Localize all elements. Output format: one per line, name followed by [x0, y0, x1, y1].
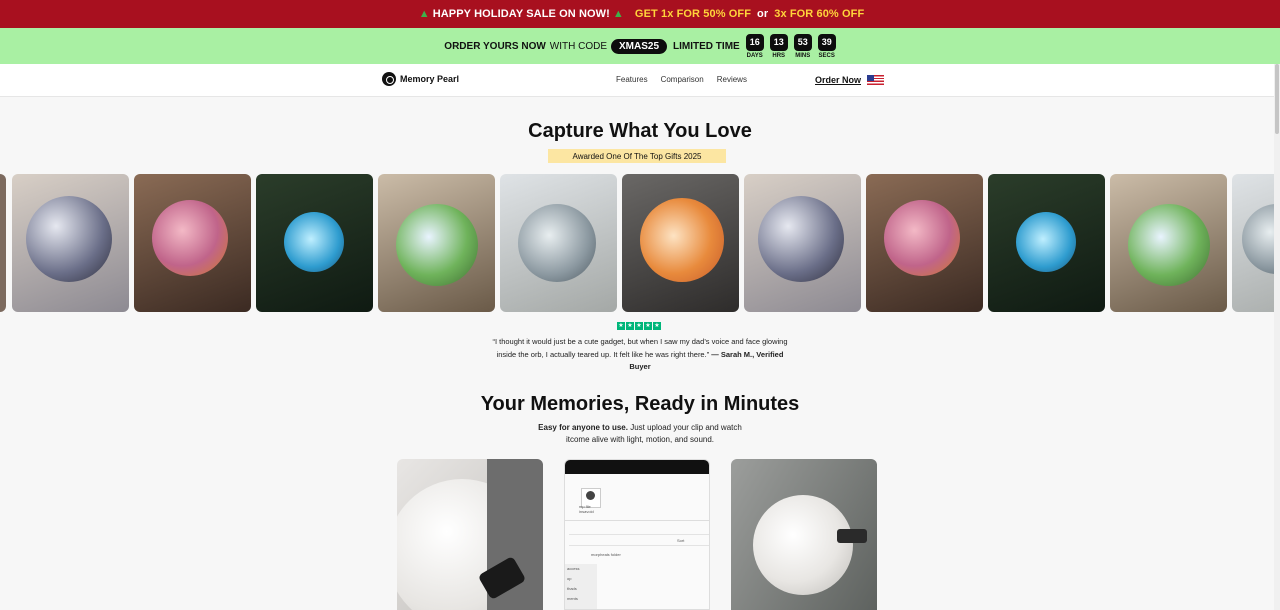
- timer-hours: 13 HRS: [769, 33, 788, 59]
- step-image-plug: [397, 459, 543, 610]
- carousel-image: [256, 174, 373, 312]
- countdown-banner: ORDER YOURS NOW WITH CODE XMAS25 LIMITED…: [0, 28, 1280, 64]
- sale-banner: ▲ HAPPY HOLIDAY SALE ON NOW! ▲ GET 1x FO…: [0, 0, 1280, 28]
- site-header: Memory Pearl Features Comparison Reviews…: [0, 64, 1280, 97]
- carousel-image: [134, 174, 251, 312]
- carousel-image: [1232, 174, 1280, 312]
- carousel-image: [988, 174, 1105, 312]
- carousel-image: [866, 174, 983, 312]
- carousel-image: [0, 174, 6, 312]
- hero-title: Capture What You Love: [528, 120, 752, 142]
- limited-time-text: LIMITED TIME: [673, 40, 740, 52]
- carousel-image: [500, 174, 617, 312]
- offer-one: GET 1x FOR 50% OFF: [634, 8, 752, 20]
- nav-link-features[interactable]: Features: [616, 75, 648, 84]
- nav-link-comparison[interactable]: Comparison: [661, 75, 704, 84]
- timer-minutes: 53 MINS: [793, 33, 812, 59]
- star-icon: ★: [617, 322, 625, 330]
- carousel-image: [744, 174, 861, 312]
- memories-title: Your Memories, Ready in Minutes: [480, 393, 800, 415]
- star-icon: ★: [635, 322, 643, 330]
- memories-sub-line1: Just upload your clip and watch: [630, 423, 742, 432]
- pearl-logo-icon: [382, 72, 396, 86]
- timer-days: 16 DAYS: [745, 33, 764, 59]
- memories-sub-bold: Easy for anyone to use.: [538, 423, 628, 432]
- file-label: mp file insavoid: [579, 504, 594, 514]
- tree-icon: ▲: [612, 8, 624, 20]
- offer-or: or: [757, 8, 769, 20]
- step-image-orb: [731, 459, 877, 610]
- carousel-image: [1110, 174, 1227, 312]
- star-icon: ★: [644, 322, 652, 330]
- memories-subtitle: Easy for anyone to use. Just upload your…: [0, 422, 1280, 446]
- step-image-upload: mp file insavoid Sort morpheals folder a…: [564, 459, 710, 610]
- order-yours-text: ORDER YOURS NOW: [444, 40, 546, 52]
- us-flag-icon[interactable]: [867, 75, 884, 85]
- page-scrollbar[interactable]: [1274, 64, 1280, 610]
- memories-sub-line2: itcome alive with light, motion, and sou…: [565, 435, 715, 444]
- sale-headline: HAPPY HOLIDAY SALE ON NOW!: [432, 8, 610, 20]
- carousel-image: [622, 174, 739, 312]
- promo-code: XMAS25: [611, 38, 668, 54]
- tree-icon: ▲: [418, 8, 430, 20]
- offer-two: 3x FOR 60% OFF: [774, 8, 865, 20]
- carousel-image: [12, 174, 129, 312]
- timer-seconds: 39 SECS: [817, 33, 836, 59]
- with-code-text: WITH CODE: [549, 40, 608, 52]
- folder-path: morpheals folder: [591, 552, 621, 557]
- trustpilot-stars: ★ ★ ★ ★ ★: [617, 322, 661, 330]
- nav-link-reviews[interactable]: Reviews: [717, 75, 747, 84]
- brand-logo[interactable]: Memory Pearl: [382, 72, 459, 86]
- award-badge: Awarded One Of The Top Gifts 2025: [548, 149, 726, 163]
- star-icon: ★: [626, 322, 634, 330]
- carousel-image: [378, 174, 495, 312]
- scrollbar-thumb[interactable]: [1275, 64, 1279, 134]
- nav-links: Features Comparison Reviews: [616, 75, 747, 84]
- order-now-link[interactable]: Order Now: [815, 75, 861, 85]
- brand-name: Memory Pearl: [400, 74, 460, 84]
- countdown-timer: 16 DAYS 13 HRS 53 MINS 39 SECS: [745, 33, 836, 59]
- photo-carousel[interactable]: [0, 174, 1280, 312]
- star-icon: ★: [653, 322, 661, 330]
- sort-button: Sort: [677, 538, 685, 543]
- customer-review: “I thought it would just be a cute gadge…: [490, 336, 790, 374]
